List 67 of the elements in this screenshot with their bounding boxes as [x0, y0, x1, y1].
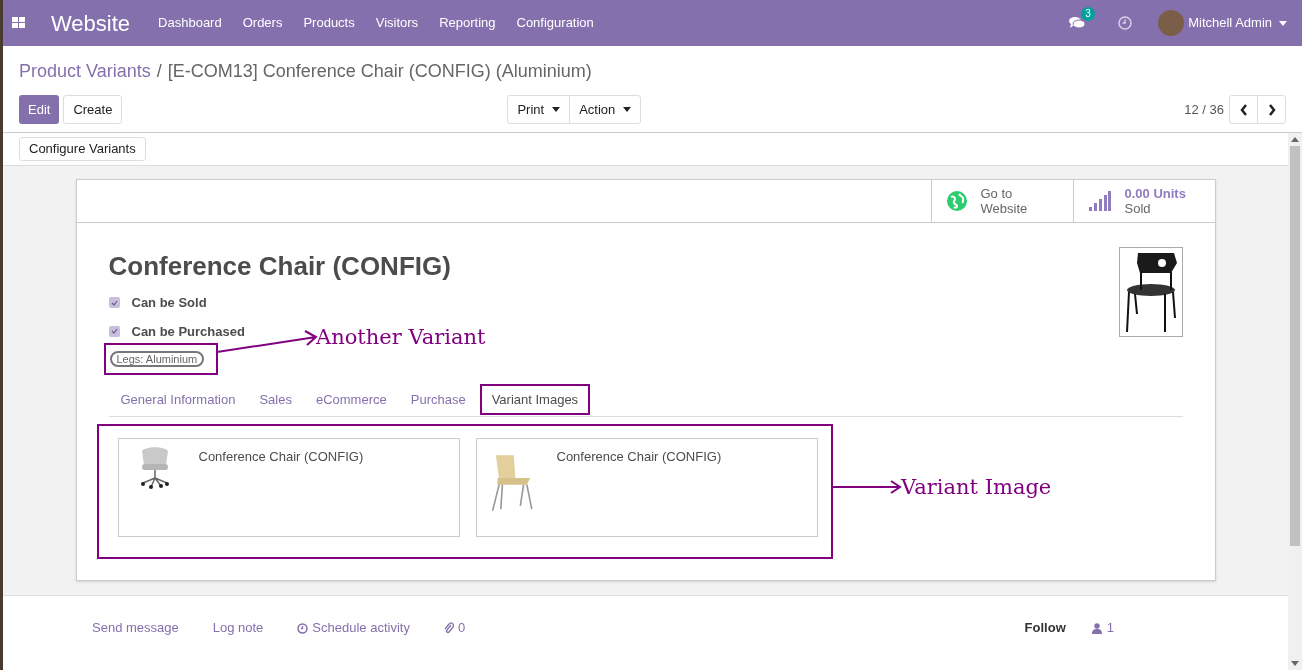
chevron-right-icon: [1267, 103, 1276, 116]
previous-button[interactable]: [1229, 95, 1258, 124]
caret-icon: [1279, 20, 1287, 26]
chatter-action[interactable]: Log note: [212, 618, 264, 638]
variant-card[interactable]: Conference Chair (CONFIG): [475, 438, 818, 537]
check-icon: [110, 299, 118, 306]
user-menu[interactable]: Mitchell Admin: [1188, 13, 1287, 33]
stat-value: 0.00 Units: [1124, 186, 1186, 201]
variant-name: Conference Chair (CONFIG): [556, 448, 722, 466]
tab[interactable]: Sales: [247, 384, 304, 415]
menu-item[interactable]: Visitors: [375, 13, 419, 33]
message-count-badge: 3: [1081, 7, 1095, 21]
app-name[interactable]: Website: [51, 6, 131, 40]
caret-icon: [552, 107, 561, 112]
breadcrumb-current: [E-COM13] Conference Chair (CONFIG) (Aluminium): [167, 60, 592, 83]
tab[interactable]: General Information: [108, 384, 248, 415]
edit-button[interactable]: Edit: [19, 95, 60, 124]
checkbox-label: Can be Sold: [131, 294, 207, 312]
attribute-tag: Legs: Aluminium: [109, 351, 205, 367]
menu-item[interactable]: Dashboard: [158, 13, 222, 33]
menu-item[interactable]: Products: [303, 13, 355, 33]
caret-icon: [623, 107, 632, 112]
stat-button[interactable]: Go to Website: [930, 180, 1073, 222]
chatter-action[interactable]: 0: [443, 618, 466, 638]
checkbox-label: Can be Purchased: [131, 322, 245, 341]
check-icon: [110, 328, 118, 335]
scroll-down-arrow-icon[interactable]: [1291, 661, 1299, 666]
checkbox[interactable]: [108, 325, 120, 337]
apps-menu-icon[interactable]: [12, 17, 25, 29]
next-button[interactable]: [1257, 95, 1286, 124]
chat-icon[interactable]: [1069, 16, 1086, 30]
follow-button[interactable]: Follow: [1024, 618, 1066, 638]
chatter-action[interactable]: Schedule activity: [297, 618, 410, 638]
menu-item[interactable]: Orders: [242, 13, 283, 33]
variant-card[interactable]: Conference Chair (CONFIG): [117, 438, 460, 537]
breadcrumb-separator: /: [156, 60, 162, 83]
configure-variants-button[interactable]: Configure Variants: [19, 137, 146, 161]
scroll-up-arrow-icon[interactable]: [1291, 137, 1299, 142]
create-button[interactable]: Create: [63, 95, 123, 124]
menu-item[interactable]: Configuration: [516, 13, 594, 33]
clock-icon[interactable]: [1118, 16, 1133, 30]
menu-item[interactable]: Reporting: [439, 13, 496, 33]
chevron-left-icon: [1239, 103, 1248, 116]
stat-value: Go to: [980, 186, 1014, 201]
pager-value: 12 / 36: [1184, 100, 1224, 119]
tab[interactable]: Variant Images: [479, 384, 591, 415]
globe-icon: [946, 191, 967, 211]
tab[interactable]: Purchase: [398, 384, 478, 415]
followers-button[interactable]: 1: [1091, 618, 1114, 638]
person-icon: [1091, 622, 1102, 634]
tab[interactable]: eCommerce: [303, 384, 399, 415]
checkbox[interactable]: [108, 297, 120, 309]
stat-label: Sold: [1124, 201, 1152, 216]
dropdown-button[interactable]: Action: [569, 95, 642, 124]
annotation-label: Variant Image: [901, 474, 1052, 501]
dropdown-button[interactable]: Print: [507, 95, 571, 124]
stat-label: Website: [980, 201, 1028, 216]
clock-icon: [297, 622, 309, 634]
stat-button[interactable]: 0.00 Units Sold: [1072, 180, 1215, 222]
variant-name: Conference Chair (CONFIG): [198, 448, 364, 466]
product-title: Conference Chair (CONFIG): [108, 251, 452, 281]
signal-bars-icon: [1088, 191, 1111, 211]
chatter-action[interactable]: Send message: [92, 618, 179, 638]
annotation-label: Another Variant: [316, 324, 486, 351]
breadcrumb-link[interactable]: Product Variants: [19, 58, 151, 85]
paperclip-icon: [443, 622, 454, 634]
scrollbar-thumb[interactable]: [1290, 146, 1300, 546]
